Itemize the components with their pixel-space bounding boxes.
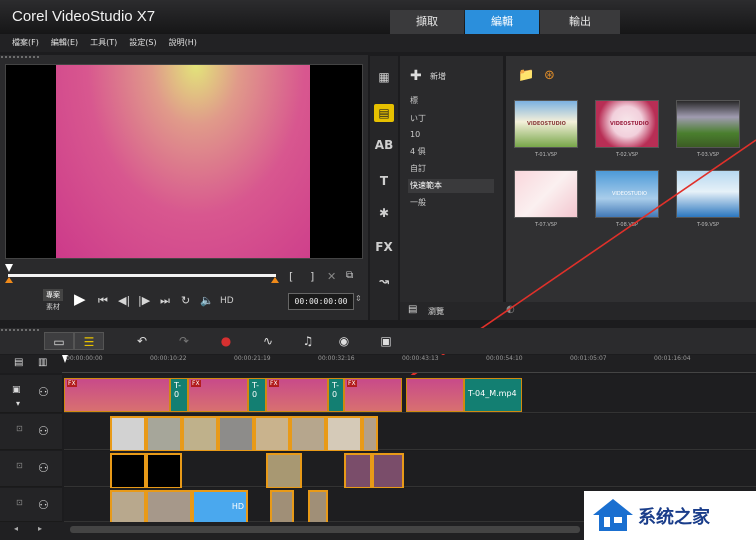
- undo-icon[interactable]: ↶: [130, 332, 154, 350]
- video-clip[interactable]: T-04_M.mp4: [464, 378, 522, 412]
- video-track-icon[interactable]: ▣: [12, 385, 21, 395]
- overlay-clip[interactable]: [110, 490, 146, 526]
- panel-grip[interactable]: [0, 328, 40, 332]
- subtitle-editor-icon[interactable]: ▣: [374, 332, 398, 350]
- overlay-clip[interactable]: [110, 453, 146, 489]
- overlay-clip[interactable]: [362, 416, 378, 452]
- video-track-header: ▣ ⚇ ▾: [0, 375, 62, 413]
- lock-icon[interactable]: ⊡: [16, 498, 23, 507]
- chapter-icon[interactable]: ▥: [38, 357, 47, 368]
- record-capture-icon[interactable]: ●: [214, 332, 238, 350]
- ripple-edit-icon[interactable]: ⚇: [38, 385, 49, 399]
- overlay-track-icon[interactable]: ⚇: [38, 424, 49, 438]
- overlay-clip[interactable]: HD: [192, 490, 248, 526]
- ruler-tick: 00:01:16:04: [654, 355, 691, 362]
- ruler-tick: 00:00:54:10: [486, 355, 523, 362]
- fx-badge: FX: [269, 380, 279, 387]
- lock-icon[interactable]: ⊡: [16, 424, 23, 433]
- zoom-in-icon[interactable]: ▸: [38, 524, 42, 533]
- redo-icon[interactable]: ↷: [172, 332, 196, 350]
- storyboard-view-icon[interactable]: ▭: [44, 332, 74, 350]
- video-clip[interactable]: FX: [266, 378, 328, 412]
- overlay-clip[interactable]: [146, 490, 192, 526]
- sound-mixer-icon[interactable]: ∿: [256, 332, 280, 350]
- overlay-clip[interactable]: [218, 416, 254, 452]
- video-clip[interactable]: FX: [188, 378, 248, 412]
- overlay-track-icon[interactable]: ⚇: [38, 498, 49, 512]
- overlay-track-3-header: ⊡ ⚇: [0, 488, 62, 522]
- fx-badge: FX: [347, 380, 357, 387]
- overlay-clip-label: HD: [231, 502, 244, 511]
- overlay-clip[interactable]: [182, 416, 218, 452]
- timeline-ruler[interactable]: 00:00:00:00 00:00:10:22 00:00:21:19 00:0…: [62, 355, 756, 373]
- overlay-clip[interactable]: [290, 416, 326, 452]
- overlay-clip[interactable]: [110, 416, 146, 452]
- video-clip[interactable]: T-0: [170, 378, 188, 412]
- auto-music-icon[interactable]: ♫: [296, 332, 320, 350]
- ruler-tick: 00:00:43:13: [402, 355, 439, 362]
- overlay-track-2[interactable]: [64, 451, 756, 489]
- overlay-clip[interactable]: [344, 453, 372, 489]
- ruler-tick: 00:00:00:00: [66, 355, 103, 362]
- video-clip[interactable]: FX: [64, 378, 170, 412]
- overlay-clip[interactable]: [372, 453, 404, 489]
- video-clip[interactable]: FX: [344, 378, 402, 412]
- overlay-clip[interactable]: [326, 416, 362, 452]
- ruler-tick: 00:00:21:19: [234, 355, 271, 362]
- overlay-track-1-header: ⊡ ⚇: [0, 414, 62, 450]
- fx-badge: FX: [67, 380, 77, 387]
- track-manager-icon[interactable]: ▤: [14, 357, 23, 368]
- watermark-logo-icon: [593, 499, 633, 531]
- zoom-out-icon[interactable]: ◂: [14, 524, 18, 533]
- site-watermark: 系统之家: [584, 491, 756, 540]
- lock-icon[interactable]: ⊡: [16, 461, 23, 470]
- timeline-view-icon[interactable]: ☰: [74, 332, 104, 350]
- ruler-tick: 00:00:10:22: [150, 355, 187, 362]
- video-track[interactable]: FX T-0 FX T-0 FX T-0 FX T-04_M.mp4: [64, 375, 756, 413]
- video-clip[interactable]: T-0: [328, 378, 344, 412]
- horizontal-scrollbar[interactable]: [70, 526, 580, 533]
- overlay-clip[interactable]: [266, 453, 302, 489]
- video-clip[interactable]: T-0: [248, 378, 266, 412]
- fx-badge: FX: [191, 380, 201, 387]
- overlay-clip[interactable]: [270, 490, 294, 526]
- overlay-clip[interactable]: [254, 416, 290, 452]
- track-controls-header: ▤ ▥: [0, 355, 62, 373]
- video-clip[interactable]: [406, 378, 464, 412]
- overlay-clip[interactable]: [146, 416, 182, 452]
- overlay-track-icon[interactable]: ⚇: [38, 461, 49, 475]
- overlay-clip[interactable]: [146, 453, 182, 489]
- watermark-text: 系统之家: [638, 507, 710, 528]
- timeline-toolbar: ▭ ☰ ↶ ↷ ● ∿ ♫ ◉ ▣: [0, 328, 756, 354]
- ruler-tick: 00:01:05:07: [570, 355, 607, 362]
- expand-track-icon[interactable]: ▾: [16, 399, 20, 408]
- motion-tracking-icon[interactable]: ◉: [332, 332, 356, 350]
- overlay-clip[interactable]: [308, 490, 328, 526]
- overlay-track-1[interactable]: [64, 414, 756, 452]
- ruler-tick: 00:00:32:16: [318, 355, 355, 362]
- overlay-track-2-header: ⊡ ⚇: [0, 451, 62, 487]
